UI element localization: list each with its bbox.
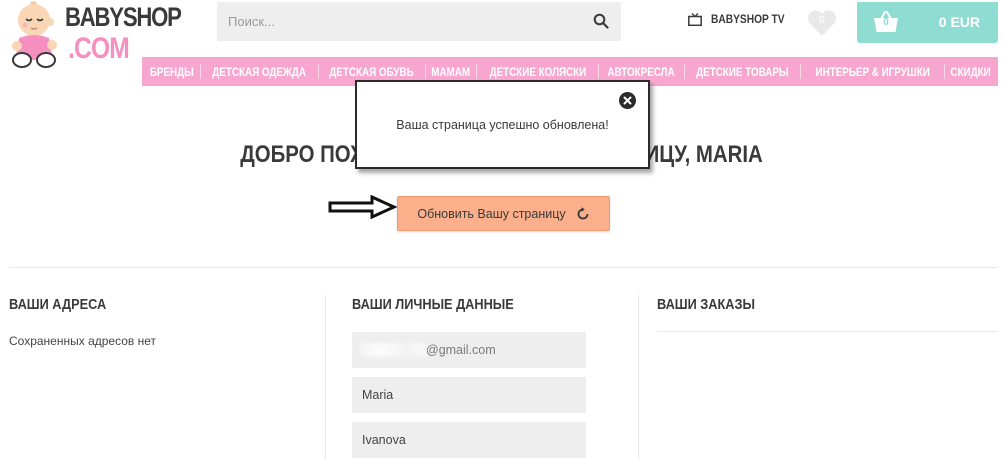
update-button-label: Обновить Вашу страницу bbox=[417, 206, 566, 221]
nav-item-sale[interactable]: Скидки bbox=[950, 65, 990, 79]
cart-button[interactable]: 0 0 EUR bbox=[857, 2, 998, 43]
nav-separator bbox=[683, 64, 685, 79]
nav-separator bbox=[424, 64, 426, 79]
addresses-title: ВАШИ АДРЕСА bbox=[9, 296, 107, 313]
modal-message: Ваша страница успешно обновлена! bbox=[396, 118, 609, 132]
personal-data-title: ВАШИ ЛИЧНЫЕ ДАННЫЕ bbox=[352, 296, 514, 313]
wishlist-button[interactable]: 0 bbox=[806, 8, 838, 38]
nav-separator bbox=[800, 64, 802, 79]
nav-separator bbox=[476, 64, 478, 79]
refresh-icon bbox=[577, 206, 589, 219]
nav-separator bbox=[597, 64, 599, 79]
nav-item-strollers[interactable]: Детские коляски bbox=[489, 65, 586, 79]
nav-item-car-seats[interactable]: Автокресла bbox=[608, 65, 675, 79]
search-icon[interactable] bbox=[593, 13, 609, 29]
nav-separator bbox=[199, 64, 201, 79]
babyshop-tv-link[interactable]: BABYSHOP TV bbox=[688, 10, 797, 28]
arrow-right-icon bbox=[328, 195, 398, 219]
orders-divider bbox=[657, 331, 997, 332]
search-bar bbox=[217, 2, 621, 41]
orders-title: ВАШИ ЗАКАЗЫ bbox=[657, 296, 755, 313]
success-modal: Ваша страница успешно обновлена! bbox=[355, 80, 650, 169]
nav-item-moms[interactable]: Мамам bbox=[432, 65, 471, 79]
logo-domain: .COM bbox=[68, 32, 130, 65]
email-redacted bbox=[360, 343, 426, 357]
update-page-button[interactable]: Обновить Вашу страницу bbox=[397, 196, 610, 231]
email-domain: @gmail.com bbox=[426, 343, 496, 357]
tv-label: BABYSHOP TV bbox=[711, 12, 785, 26]
column-divider bbox=[638, 295, 639, 459]
wishlist-count: 0 bbox=[819, 15, 825, 26]
close-icon[interactable] bbox=[619, 92, 636, 109]
tv-icon bbox=[688, 12, 702, 26]
last-name-field[interactable] bbox=[352, 422, 586, 458]
column-divider bbox=[325, 295, 326, 459]
logo-wordmark: BABYSHOP bbox=[65, 2, 182, 32]
nav-separator bbox=[943, 64, 945, 79]
addresses-empty-text: Сохраненных адресов нет bbox=[9, 334, 157, 348]
nav-separator bbox=[317, 64, 319, 79]
nav-item-interior-toys[interactable]: Интерьер & игрушки bbox=[815, 65, 929, 79]
first-name-field[interactable] bbox=[352, 377, 586, 413]
search-input[interactable] bbox=[217, 2, 577, 41]
cart-total: 0 EUR bbox=[938, 14, 980, 30]
nav-item-brands[interactable]: Бренды bbox=[150, 65, 194, 79]
section-divider bbox=[9, 267, 997, 268]
cart-count: 0 bbox=[883, 17, 889, 28]
nav-item-kids-shoes[interactable]: Детская обувь bbox=[330, 65, 414, 79]
baby-logo-icon bbox=[12, 1, 57, 68]
nav-item-kids-goods[interactable]: Детские товары bbox=[696, 65, 788, 79]
nav-item-kids-clothing[interactable]: Детская одежда bbox=[213, 65, 307, 79]
